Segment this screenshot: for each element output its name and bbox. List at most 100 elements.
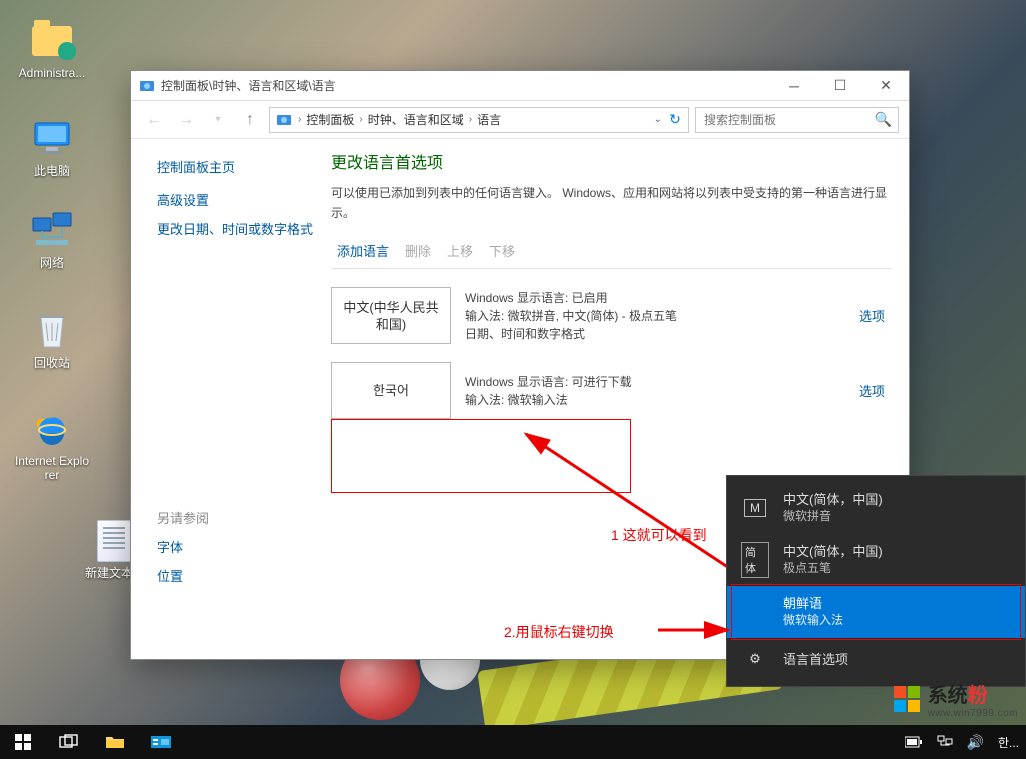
language-tile: 한국어 [331,362,451,419]
desktop-icon-admin-folder[interactable]: Administra... [14,20,90,80]
ime-language-preferences[interactable]: ⚙ 语言首选项 [727,638,1025,680]
display-language-status: Windows 显示语言: 已启用 [465,289,849,307]
address-bar[interactable]: › 控制面板 › 时钟、语言和区域 › 语言 ⌄ ↻ [269,107,689,133]
sidebar-font-link[interactable]: 字体 [157,537,331,556]
ime-name: 中文(简体，中国) [783,543,1011,560]
up-button[interactable]: ↑ [237,107,263,133]
desktop-icon-label: 此电脑 [14,164,90,178]
battery-icon [905,736,923,748]
volume-icon: 🔊 [967,734,984,751]
app-icon [151,734,171,750]
desktop-icon-label: 网络 [14,256,90,270]
tray-battery[interactable] [898,725,930,759]
watermark: 系统粉 www.win7999.com [894,679,1018,719]
forward-button[interactable]: → [173,107,199,133]
language-info: Windows 显示语言: 已启用 输入法: 微软拼音, 中文(简体) - 极点… [451,289,849,343]
ime-option-korean[interactable]: 朝鲜语 微软输入法 [727,586,1025,638]
tray-network[interactable] [930,725,960,759]
action-bar: 添加语言 删除 上移 下移 [331,241,891,260]
m-icon: M [744,499,766,517]
folder-icon [105,734,125,750]
tray-ime-indicator[interactable]: 한... [991,725,1026,759]
language-options-link[interactable]: 选项 [859,381,885,400]
sidebar-location-link[interactable]: 位置 [157,566,331,585]
nav-toolbar: ← → ▾ ↑ › 控制面板 › 时钟、语言和区域 › 语言 ⌄ ↻ 🔍 [131,101,909,139]
taskview-button[interactable] [46,725,92,759]
close-button[interactable]: ✕ [863,71,909,101]
windows-icon [15,734,31,750]
sidebar-home-link[interactable]: 控制面板主页 [157,157,331,176]
move-down-button[interactable]: 下移 [489,241,515,260]
sidebar-date-format-link[interactable]: 更改日期、时间或数字格式 [157,219,331,238]
ime-prefs-label: 语言首选项 [783,651,1011,668]
search-icon[interactable]: 🔍 [875,111,892,128]
watermark-url: www.win7999.com [928,708,1018,719]
network-tray-icon [937,735,953,749]
ime-option-wubi[interactable]: 简体 中文(简体，中国) 极点五笔 [727,534,1025,586]
language-info: Windows 显示语言: 可进行下载 输入法: 微软输入法 [451,373,849,409]
breadcrumb-segment[interactable]: 控制面板 [303,111,357,128]
simplified-icon: 简体 [741,542,769,578]
desktop: Administra... 此电脑 网络 回收站 Internet Explor… [0,0,1026,759]
ime-label: 한... [998,734,1019,751]
watermark-text: 系统 [928,685,968,707]
taskview-icon [59,734,79,750]
ime-switcher-flyout: M 中文(简体，中国) 微软拼音 简体 中文(简体，中国) 极点五笔 朝鲜语 微… [726,475,1026,687]
taskbar-app[interactable] [138,725,184,759]
text-file-icon [97,520,131,562]
remove-language-button[interactable]: 删除 [405,241,431,260]
desktop-icon-label: 回收站 [14,356,90,370]
display-language-status: Windows 显示语言: 可进行下载 [465,373,849,391]
input-method-info: 输入法: 微软输入法 [465,391,849,409]
language-row-korean[interactable]: 한국어 Windows 显示语言: 可进行下载 输入法: 微软输入法 选项 [331,362,891,419]
desktop-icon-recycle-bin[interactable]: 回收站 [14,310,90,370]
search-box[interactable]: 🔍 [695,107,899,133]
ime-option-pinyin[interactable]: M 中文(简体，中国) 微软拼音 [727,482,1025,534]
input-method-info: 输入法: 微软拼音, 中文(简体) - 极点五笔 [465,307,849,325]
breadcrumb-segment[interactable]: 语言 [474,111,504,128]
desktop-icon-label: Internet Explorer [14,454,90,482]
taskbar: 🔊 한... [0,725,1026,759]
minimize-button[interactable]: ─ [771,71,817,101]
annotation-text-2: 2.用鼠标右键切换 [504,622,614,642]
page-heading: 更改语言首选项 [331,149,891,173]
gear-icon: ⚙ [749,651,761,667]
breadcrumb-segment[interactable]: 时钟、语言和区域 [365,111,467,128]
annotation-arrow [656,618,736,642]
control-panel-icon [139,78,155,94]
this-pc-icon [31,118,73,160]
start-button[interactable] [0,725,46,759]
page-description: 可以使用已添加到列表中的任何语言键入。 Windows、应用和网站将以列表中受支… [331,183,891,223]
control-panel-icon [276,112,292,128]
ime-name: 朝鲜语 [783,595,1011,612]
search-input[interactable] [702,112,875,128]
ime-sub: 极点五笔 [783,560,1011,577]
move-up-button[interactable]: 上移 [447,241,473,260]
ie-icon [31,408,73,450]
sidebar: 控制面板主页 高级设置 更改日期、时间或数字格式 另请参阅 字体 位置 [131,139,331,659]
refresh-icon[interactable]: ↻ [664,111,686,128]
watermark-text: 粉 [968,685,988,707]
add-language-button[interactable]: 添加语言 [337,241,389,260]
address-dropdown[interactable]: ⌄ [652,114,664,125]
tray-volume[interactable]: 🔊 [960,725,991,759]
language-row-chinese[interactable]: 中文(中华人民共和国) Windows 显示语言: 已启用 输入法: 微软拼音,… [331,287,891,344]
ime-name: 中文(简体，中国) [783,491,1011,508]
desktop-icon-network[interactable]: 网络 [14,210,90,270]
back-button[interactable]: ← [141,107,167,133]
sidebar-see-also: 另请参阅 [157,508,331,527]
titlebar[interactable]: 控制面板\时钟、语言和区域\语言 ─ ☐ ✕ [131,71,909,101]
history-dropdown[interactable]: ▾ [205,107,231,133]
ime-sub: 微软拼音 [783,508,1011,525]
desktop-icon-this-pc[interactable]: 此电脑 [14,118,90,178]
desktop-icon-label: Administra... [14,66,90,80]
maximize-button[interactable]: ☐ [817,71,863,101]
sidebar-advanced-link[interactable]: 高级设置 [157,190,331,209]
taskbar-file-explorer[interactable] [92,725,138,759]
desktop-icon-ie[interactable]: Internet Explorer [14,408,90,482]
ime-sub: 微软输入法 [783,612,1011,629]
language-options-link[interactable]: 选项 [859,306,885,325]
recycle-bin-icon [31,310,73,352]
microsoft-logo-icon [894,686,920,712]
date-format-info: 日期、时间和数字格式 [465,325,849,343]
